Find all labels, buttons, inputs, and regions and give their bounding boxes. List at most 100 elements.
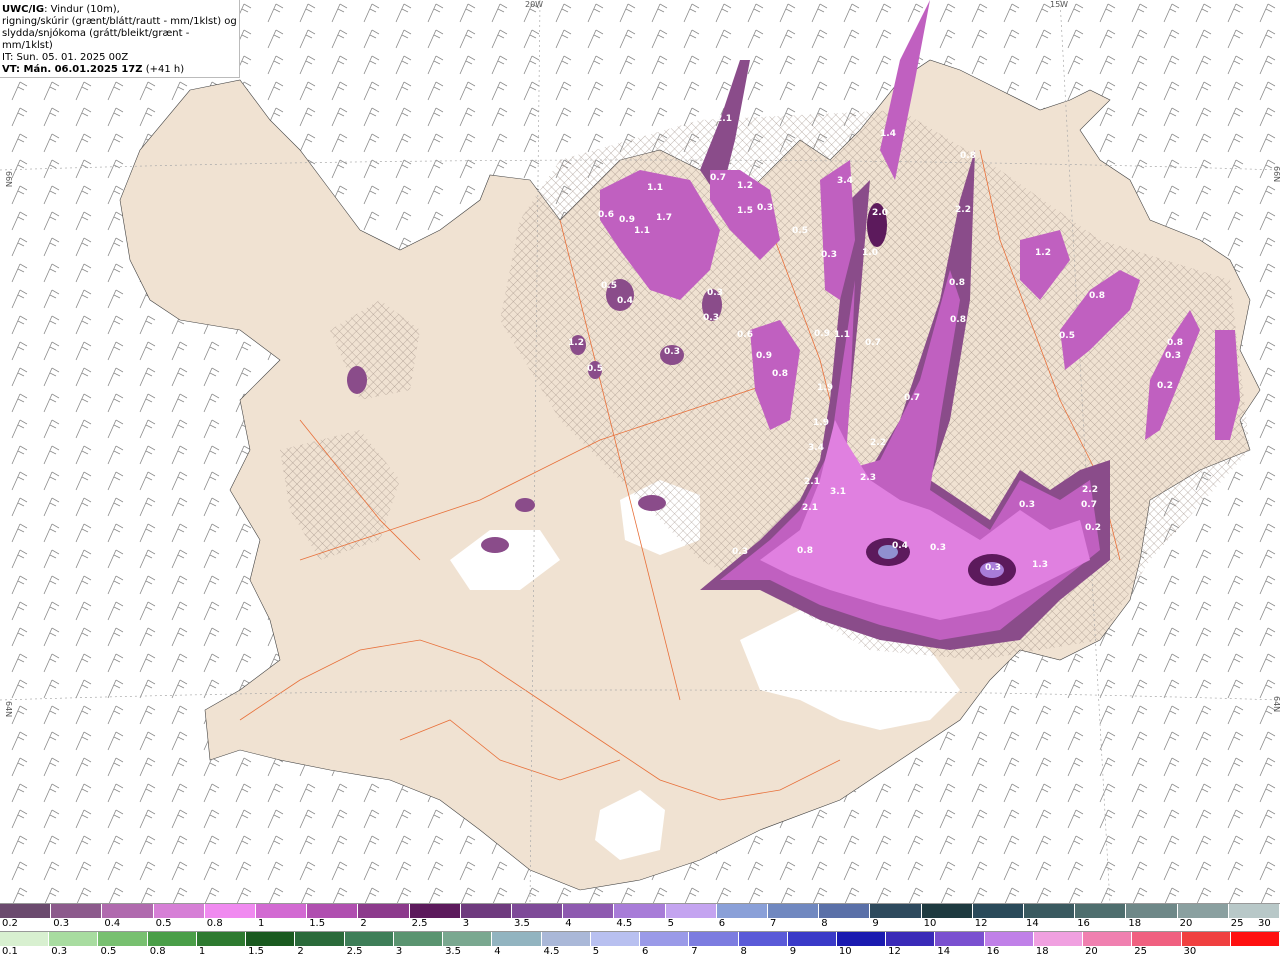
snow-colorbar-cell	[665, 904, 717, 918]
map-svg: 1.10.6 0.91.11.70.71.21.5 0.32.13.42.01.01…	[0, 0, 1280, 905]
snow-colorbar-cell	[972, 904, 1025, 918]
precip-value-label: 1.1	[647, 183, 663, 193]
snow-colorbar-cell	[102, 904, 154, 918]
rain-colorbar-cell	[787, 932, 837, 946]
snow-colorbar-tick: 0.4	[104, 918, 121, 929]
precip-value-label: 2.1	[716, 114, 732, 124]
rain-colorbar-cell	[590, 932, 641, 946]
precip-value-label: 0.3	[930, 543, 946, 553]
parameter-wind: : Vindur (10m),	[44, 4, 120, 15]
precip-value-label: 3.4	[808, 443, 824, 453]
precip-value-label: 0.8	[949, 278, 965, 288]
snow-colorbar-tick: 30	[1258, 918, 1271, 929]
precip-value-label: 1.9	[813, 418, 829, 428]
precip-value-label: 2.1	[804, 477, 820, 487]
precip-value-label: 0.8	[960, 151, 976, 161]
rain-colorbar-tick: 18	[1035, 946, 1049, 957]
precip-value-label: 2.3	[860, 473, 876, 483]
snow-colorbar-cell	[1075, 904, 1127, 918]
snow-colorbar-cell	[614, 904, 666, 918]
snow-colorbar-cell	[819, 904, 871, 918]
rain-colorbar-cell	[1033, 932, 1084, 946]
snow-colorbar-tick: 8	[821, 918, 828, 929]
snow-colorbar-tick: 0.2	[2, 918, 18, 929]
precip-value-label: 0.5	[587, 364, 603, 374]
snow-colorbar-cell	[0, 904, 52, 918]
rain-colorbar-tick: 10	[838, 946, 852, 957]
rain-colorbar-tick: 8	[740, 946, 747, 957]
rain-colorbar-tick: 0.5	[100, 946, 117, 957]
rain-colorbar-tick: 1.5	[248, 946, 265, 957]
rain-colorbar-cell	[393, 932, 444, 946]
rain-colorbar-cell	[49, 932, 99, 946]
snow-colorbar-tick: 25	[1230, 918, 1244, 929]
snow-colorbar-tick: 1	[258, 918, 265, 929]
precip-value-label: 0.4	[892, 541, 908, 551]
snow-colorbar-tick: 4	[565, 918, 572, 929]
rain-colorbar-tick: 3	[395, 946, 403, 957]
precip-value-label: 0.3	[821, 250, 837, 260]
snow-colorbar-cell	[1228, 904, 1280, 918]
precip-value-label: 0.3	[1165, 351, 1181, 361]
snow-colorbar-cell	[768, 904, 820, 918]
rain-colorbar-tick: 6	[642, 946, 649, 957]
rain-colorbar-tick: 4	[494, 946, 501, 957]
rain-colorbar-cell	[0, 932, 50, 946]
valid-time-line: VT: Mán. 06.01.2025 17Z (+41 h)	[2, 64, 237, 76]
rain-colorbar-cell	[640, 932, 690, 946]
rain-colorbar-ticks: 0.1 0.3 0.5 0.8 1 1.5 2 2.5 3 3.5 4 4.5 5 6 7 8 9 10 12 14 1…	[0, 946, 1280, 958]
rain-colorbar-tick: 9	[789, 946, 797, 957]
precip-value-label: 0.7	[904, 393, 920, 403]
rain-colorbar-cell	[98, 932, 148, 946]
rain-colorbar-cell	[738, 932, 788, 946]
rain-colorbar-tick: 2	[297, 946, 304, 957]
snow-colorbar-cell	[409, 904, 461, 918]
precip-value-label: 0.2	[1157, 381, 1173, 391]
precip-value-label: 1.3	[1032, 560, 1048, 570]
precip-value-label: 0.7	[1081, 500, 1097, 510]
precip-value-label: 0.3	[703, 313, 719, 323]
precip-value-label: 1.9	[817, 383, 833, 393]
snow-colorbar-cell	[921, 904, 973, 918]
precip-value-label: 0.6	[598, 210, 614, 220]
precip-value-label: 1.2	[737, 181, 753, 191]
rain-colorbar-cell	[1230, 932, 1280, 946]
precip-value-label: 0.8	[950, 315, 966, 325]
snow-colorbar-tick: 9	[872, 918, 879, 929]
forecast-hour: (+41 h)	[142, 64, 185, 75]
snow-colorbar-cell	[460, 904, 513, 918]
header-line-2: rigning/skúrir (grænt/blátt/rautt - mm/1…	[2, 16, 237, 27]
precip-value-label: 0.3	[707, 288, 723, 298]
rain-colorbar-cell	[935, 932, 985, 946]
precip-value-label: 2.0	[872, 208, 888, 218]
snow-colorbar-cell	[563, 904, 615, 918]
snow-colorbar-cell	[256, 904, 308, 918]
precip-value-label: 0.5	[601, 281, 617, 291]
precip-value-label: 0.6	[737, 330, 753, 340]
rain-colorbar-tick: 16	[986, 946, 1000, 957]
snow-colorbar-tick: 16	[1077, 918, 1090, 929]
precip-value-label: 0.8	[1167, 338, 1183, 348]
precip-value-label: 2.2	[1082, 485, 1098, 495]
precip-value-label: 0.7	[710, 173, 726, 183]
rain-colorbar-cell	[344, 932, 394, 946]
snow-colorbar-tick: 12	[974, 918, 988, 929]
precip-value-label: 0.8	[772, 369, 788, 379]
rain-colorbar-tick: 4.5	[543, 946, 560, 957]
map-header-panel: UWC/IG: Vindur (10m), rigning/skúrir (gr…	[0, 0, 240, 78]
model-name: UWC/IG	[2, 4, 45, 15]
lat-label-right-66n: 66N	[1272, 166, 1280, 182]
lat-label-right-64n: 64N	[1272, 696, 1280, 712]
snow-colorbar-cell	[204, 904, 257, 918]
precip-value-label: 1.4	[880, 129, 896, 139]
precip-value-label: 1.1	[834, 330, 850, 340]
precip-value-label: 0.8	[1089, 291, 1105, 301]
snow-colorbar-tick: 20	[1179, 918, 1193, 929]
rain-colorbar-tick: 2.5	[346, 946, 363, 957]
rain-colorbar-cell	[147, 932, 197, 946]
snow-colorbar-cell	[1024, 904, 1076, 918]
weather-map[interactable]: 1.1 0.6 0.9 1.1 1.7 0.7 1.2 1.5 0.3 2.1 3.4 2.0 1.0 1…	[0, 0, 1280, 905]
initial-time: IT: Sun. 05. 01. 2025 00Z	[2, 52, 129, 63]
rain-colorbar-tick: 12	[888, 946, 901, 957]
precip-value-label: 0.9	[619, 215, 635, 225]
